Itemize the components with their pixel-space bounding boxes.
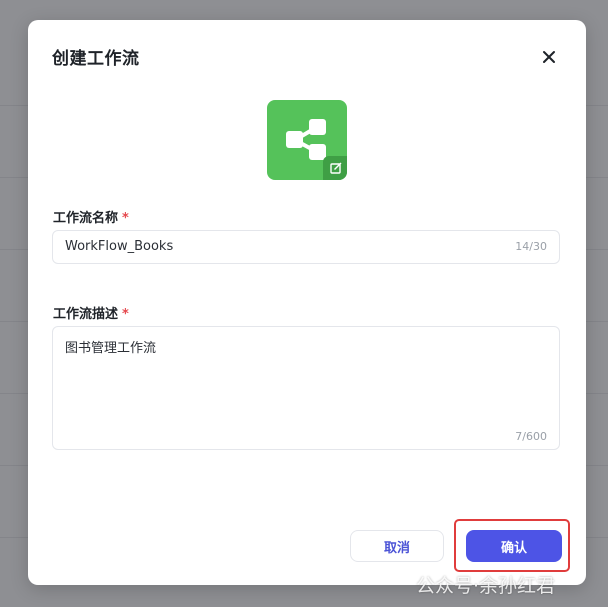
dialog-title: 创建工作流 (52, 49, 140, 69)
workflow-description-value: 图书管理工作流 (65, 341, 157, 356)
workflow-name-counter: 14/30 (515, 240, 547, 253)
cancel-button[interactable]: 取消 (350, 530, 444, 562)
workflow-description-counter: 7/600 (515, 430, 547, 443)
required-mark: * (122, 211, 129, 226)
required-mark: * (122, 307, 129, 322)
workflow-name-input[interactable]: WorkFlow_Books 14/30 (52, 230, 560, 264)
workflow-description-label: 工作流描述 * (53, 303, 129, 322)
close-icon[interactable] (538, 46, 560, 68)
create-workflow-dialog: 创建工作流 工作流名称 * WorkFlow_Books 14/30 工作流描述 * (28, 20, 586, 585)
workflow-description-label-text: 工作流描述 (53, 307, 119, 322)
workflow-app-icon[interactable] (267, 100, 347, 180)
workflow-name-label: 工作流名称 * (53, 207, 129, 226)
workflow-name-label-text: 工作流名称 (53, 211, 119, 226)
workflow-description-textarea[interactable]: 图书管理工作流 7/600 (52, 326, 560, 450)
watermark-text: 公众号·余孙红君 (416, 575, 556, 597)
confirm-button[interactable]: 确认 (466, 530, 562, 562)
edit-icon[interactable] (323, 156, 347, 180)
workflow-name-value: WorkFlow_Books (65, 239, 174, 254)
